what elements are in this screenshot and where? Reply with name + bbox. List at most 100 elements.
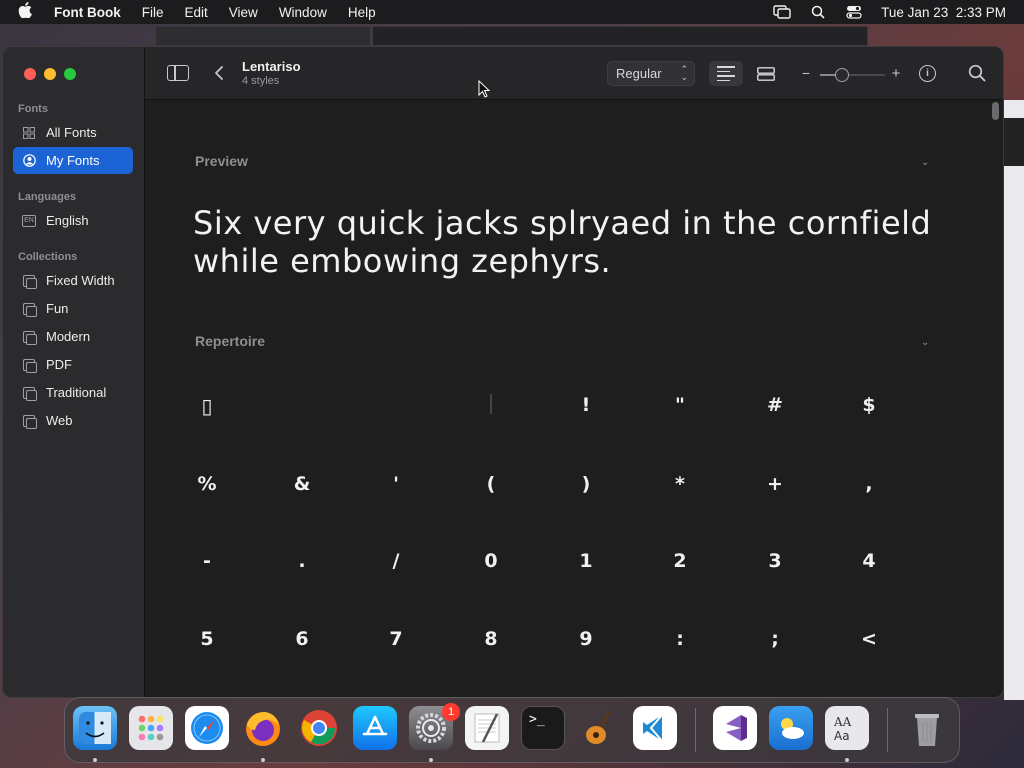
glyph-cell[interactable]: - (177, 550, 237, 572)
sidebar-item-traditional[interactable]: Traditional (13, 379, 133, 406)
weather-icon[interactable] (769, 706, 813, 750)
sidebar-item-label: My Fonts (46, 153, 100, 168)
sidebar-item-modern[interactable]: Modern (13, 323, 133, 350)
sidebar-item-all-fonts[interactable]: All Fonts (13, 119, 133, 146)
trash-icon[interactable] (905, 706, 949, 750)
sidebar-item-label: Fun (46, 301, 69, 316)
sidebar-item-pdf[interactable]: PDF (13, 351, 133, 378)
visual-studio-icon[interactable] (713, 706, 757, 750)
glyph-cell[interactable]: 6 (272, 628, 332, 650)
glyph-cell[interactable]: 7 (366, 628, 426, 650)
style-select[interactable]: Regular ⌃ ⌄ (607, 61, 695, 86)
glyph-cell[interactable]: & (272, 473, 332, 495)
apple-menu-icon[interactable] (18, 2, 40, 22)
sidebar-item-fixed-width[interactable]: Fixed Width (13, 267, 133, 294)
glyph-cell[interactable]: * (650, 473, 710, 495)
menu-view[interactable]: View (229, 5, 258, 20)
menu-window[interactable]: Window (279, 5, 327, 20)
glyph-cell[interactable]: 1 (556, 550, 616, 572)
chevron-up-down-icon: ⌃ ⌄ (680, 64, 688, 82)
control-center-icon[interactable] (845, 5, 863, 19)
glyph-cell[interactable]: ▯ (177, 394, 237, 418)
garageband-icon[interactable] (577, 706, 621, 750)
glyph-cell[interactable]: 0 (461, 550, 521, 572)
glyph-cell[interactable]: 9 (556, 628, 616, 650)
glyph-cell[interactable]: < (839, 628, 899, 650)
collection-icon (21, 274, 37, 289)
chrome-icon[interactable] (297, 706, 341, 750)
textedit-icon[interactable] (465, 706, 509, 750)
terminal-icon[interactable]: >_ (521, 706, 565, 750)
glyph-cell[interactable] (461, 394, 521, 419)
search-icon[interactable] (968, 64, 986, 82)
font-styles-count: 4 styles (242, 75, 280, 87)
sidebar-item-label: All Fonts (46, 125, 97, 140)
menu-file[interactable]: File (142, 5, 164, 20)
window-zoom-button[interactable] (64, 68, 76, 80)
back-chevron-icon[interactable] (211, 61, 227, 85)
background-window-edge (1004, 118, 1024, 166)
launchpad-icon[interactable] (129, 706, 173, 750)
preview-section-heading[interactable]: Preview (195, 153, 248, 169)
firefox-icon[interactable] (241, 706, 285, 750)
background-window-tab (372, 26, 868, 46)
glyph-cell[interactable]: / (366, 550, 426, 572)
info-view-button[interactable] (751, 61, 781, 86)
sidebar-item-english[interactable]: EN English (13, 207, 133, 234)
menu-app-name[interactable]: Font Book (54, 5, 121, 20)
app-store-icon[interactable] (353, 706, 397, 750)
menu-help[interactable]: Help (348, 5, 376, 20)
chevron-down-icon[interactable]: ⌄ (921, 337, 929, 348)
glyph-cell[interactable]: % (177, 473, 237, 495)
zoom-out-icon[interactable]: − (801, 65, 811, 81)
glyph-cell[interactable]: " (650, 394, 710, 416)
glyph-cell[interactable]: ' (366, 473, 426, 495)
font-family-title: Lentariso (242, 59, 301, 74)
sidebar-item-web[interactable]: Web (13, 407, 133, 434)
zoom-slider[interactable] (820, 74, 885, 76)
collection-icon (21, 414, 37, 429)
font-book-icon[interactable]: AA Aa (825, 706, 869, 750)
glyph-cell[interactable]: 5 (177, 628, 237, 650)
screen-mirroring-icon[interactable] (773, 5, 791, 19)
glyph-cell[interactable]: 8 (461, 628, 521, 650)
glyph-cell[interactable]: ; (745, 628, 805, 650)
glyph-cell[interactable]: ) (556, 473, 616, 495)
sidebar-item-fun[interactable]: Fun (13, 295, 133, 322)
glyph-cell[interactable]: ( (461, 473, 521, 495)
glyph-cell[interactable]: , (839, 473, 899, 495)
style-select-value: Regular (616, 66, 662, 81)
font-preview-content: Preview ⌄ Six very quick jacks splryaed … (145, 100, 1003, 697)
menu-edit[interactable]: Edit (185, 5, 208, 20)
sidebar-toggle-icon[interactable] (167, 65, 189, 81)
glyph-cell[interactable]: 2 (650, 550, 710, 572)
glyph-cell[interactable]: $ (839, 394, 899, 416)
menu-bar-clock[interactable]: Tue Jan 23 2:33 PM (881, 5, 1006, 20)
glyph-cell[interactable]: : (650, 628, 710, 650)
glyph-cell[interactable]: # (745, 394, 805, 416)
zoom-in-icon[interactable]: + (890, 65, 902, 82)
glyph-cell[interactable]: 4 (839, 550, 899, 572)
sidebar-section-collections: Collections (18, 251, 78, 263)
sidebar-item-label: Traditional (46, 385, 107, 400)
window-minimize-button[interactable] (44, 68, 56, 80)
glyph-cell[interactable]: ! (556, 394, 616, 416)
repertoire-section-heading[interactable]: Repertoire (195, 333, 265, 349)
running-indicator (845, 758, 849, 762)
font-preview-sample-text: Six very quick jacks splryaed in the cor… (193, 204, 932, 280)
safari-icon[interactable] (185, 706, 229, 750)
svg-text:AA: AA (833, 715, 852, 729)
glyph-cell[interactable]: 3 (745, 550, 805, 572)
glyph-cell[interactable]: + (745, 473, 805, 495)
chevron-down-icon[interactable]: ⌄ (921, 157, 929, 168)
vertical-scrollbar[interactable] (992, 102, 999, 120)
spotlight-search-icon[interactable] (809, 5, 827, 19)
glyph-cell[interactable]: . (272, 550, 332, 572)
finder-icon[interactable] (73, 706, 117, 750)
sidebar-item-my-fonts[interactable]: My Fonts (13, 147, 133, 174)
window-close-button[interactable] (24, 68, 36, 80)
info-icon[interactable]: i (919, 65, 936, 82)
vscode-icon[interactable] (633, 706, 677, 750)
sample-view-button[interactable] (709, 61, 743, 86)
zoom-slider-knob[interactable] (835, 68, 849, 82)
